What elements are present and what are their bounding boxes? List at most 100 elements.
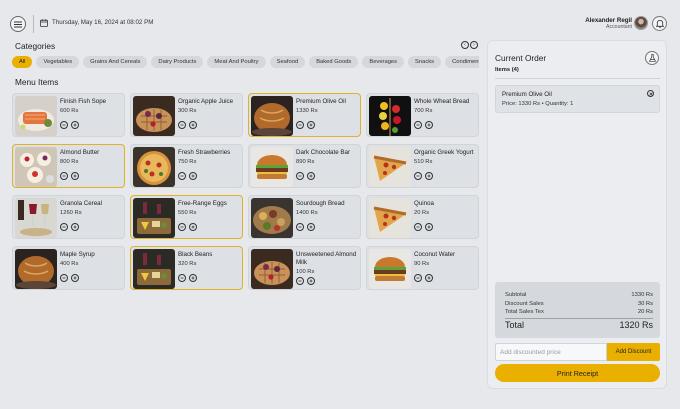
total-value: 1320 Rs [619, 320, 653, 330]
menu-item-card[interactable]: Fresh Strawberries 750 Rs [130, 144, 243, 188]
print-receipt-button[interactable]: Print Receipt [495, 364, 660, 382]
plus-icon [427, 225, 431, 229]
menu-toggle-button[interactable] [10, 16, 26, 32]
menu-item-name: Whole Wheat Bread [414, 98, 470, 105]
menu-item-price: 800 Rs [60, 159, 79, 165]
decrease-quantity-button[interactable] [178, 121, 186, 129]
increase-quantity-button[interactable] [425, 274, 433, 282]
remove-item-button[interactable] [647, 90, 654, 97]
total-label: Total [505, 320, 525, 330]
menu-item-price: 320 Rs [178, 261, 197, 267]
minus-icon [180, 226, 184, 228]
top-bar: Thursday, May 16, 2024 at 08:02 PM Alexa… [0, 0, 680, 38]
minus-icon [416, 277, 420, 279]
menu-item-price: 750 Rs [178, 159, 197, 165]
increase-quantity-button[interactable] [189, 223, 197, 231]
menu-item-card[interactable]: Premium Olive Oil 1330 Rs [248, 93, 361, 137]
increase-quantity-button[interactable] [425, 121, 433, 129]
avatar[interactable] [634, 16, 648, 30]
menu-item-card[interactable]: Organic Greek Yogurt 510 Rs [366, 144, 479, 188]
category-chip[interactable]: Seafood [269, 56, 306, 68]
notifications-button[interactable] [652, 16, 667, 31]
category-chip[interactable]: Meat And Poultry [207, 56, 266, 68]
menu-item-card[interactable]: Organic Apple Juice 300 Rs [130, 93, 243, 137]
menu-item-card[interactable]: Whole Wheat Bread 700 Rs [366, 93, 479, 137]
menu-item-price: 20 Rs [414, 210, 430, 216]
menu-item-card[interactable]: Quinoa 20 Rs [366, 195, 479, 239]
menu-item-card[interactable]: Finish Fish Sope 600 Rs [12, 93, 125, 137]
menu-item-card[interactable]: Granola Cereal 1260 Rs [12, 195, 125, 239]
add-discount-button[interactable]: Add Discount [607, 343, 660, 361]
plus-icon [309, 279, 313, 283]
menu-item-name: Unsweetened Almond Milk [296, 251, 357, 266]
menu-item-card[interactable]: Unsweetened Almond Milk 100 Rs [248, 246, 361, 290]
increase-quantity-button[interactable] [307, 172, 315, 180]
menu-item-card[interactable]: Almond Butter 800 Rs [12, 144, 125, 188]
increase-quantity-button[interactable] [189, 274, 197, 282]
minus-icon [62, 124, 66, 126]
menu-item-price: 890 Rs [296, 159, 315, 165]
plus-icon [309, 123, 313, 127]
menu-item-image [15, 147, 57, 187]
menu-item-name: Coconut Water [414, 251, 456, 258]
decrease-quantity-button[interactable] [296, 172, 304, 180]
decrease-quantity-button[interactable] [60, 121, 68, 129]
increase-quantity-button[interactable] [71, 223, 79, 231]
decrease-quantity-button[interactable] [296, 121, 304, 129]
decrease-quantity-button[interactable] [178, 172, 186, 180]
menu-item-card[interactable]: Maple Syrup 400 Rs [12, 246, 125, 290]
categories-next-button[interactable]: › [470, 41, 478, 49]
menu-item-card[interactable]: Black Beans 320 Rs [130, 246, 243, 290]
decrease-quantity-button[interactable] [178, 223, 186, 231]
menu-item-card[interactable]: Free-Range Eggs 550 Rs [130, 195, 243, 239]
category-chip[interactable]: Baked Goods [309, 56, 359, 68]
decrease-quantity-button[interactable] [414, 172, 422, 180]
decrease-quantity-button[interactable] [414, 121, 422, 129]
menu-item-price: 300 Rs [178, 108, 197, 114]
decrease-quantity-button[interactable] [60, 172, 68, 180]
discount-price-input[interactable] [495, 343, 607, 361]
menu-item-name: Free-Range Eggs [178, 200, 227, 207]
increase-quantity-button[interactable] [307, 223, 315, 231]
category-chip[interactable]: Vegetables [36, 56, 80, 68]
increase-quantity-button[interactable] [71, 172, 79, 180]
plus-icon [191, 276, 195, 280]
category-chip[interactable]: Beverages [362, 56, 405, 68]
increase-quantity-button[interactable] [425, 172, 433, 180]
minus-icon [180, 124, 184, 126]
minus-icon [180, 277, 184, 279]
decrease-quantity-button[interactable] [178, 274, 186, 282]
decrease-quantity-button[interactable] [414, 223, 422, 231]
clear-order-button[interactable] [645, 51, 659, 65]
menu-item-name: Finish Fish Sope [60, 98, 107, 105]
increase-quantity-button[interactable] [71, 121, 79, 129]
menu-item-card[interactable]: Coconut Water 90 Rs [366, 246, 479, 290]
increase-quantity-button[interactable] [425, 223, 433, 231]
category-chip[interactable]: Condiments [445, 56, 479, 68]
menu-item-card[interactable]: Dark Chocolate Bar 890 Rs [248, 144, 361, 188]
increase-quantity-button[interactable] [189, 172, 197, 180]
menu-item-image [15, 249, 57, 289]
category-chip[interactable]: Dairy Products [151, 56, 204, 68]
category-chip[interactable]: All [12, 56, 33, 68]
menu-item-card[interactable]: Sourdough Bread 1400 Rs [248, 195, 361, 239]
calendar-icon [40, 19, 48, 27]
decrease-quantity-button[interactable] [60, 274, 68, 282]
increase-quantity-button[interactable] [307, 277, 315, 285]
categories-prev-button[interactable]: ‹ [461, 41, 469, 49]
increase-quantity-button[interactable] [307, 121, 315, 129]
increase-quantity-button[interactable] [189, 121, 197, 129]
decrease-quantity-button[interactable] [414, 274, 422, 282]
category-chip[interactable]: Snacks [408, 56, 442, 68]
menu-item-name: Organic Apple Juice [178, 98, 234, 105]
increase-quantity-button[interactable] [71, 274, 79, 282]
order-item[interactable]: Premium Olive Oil Price: 1330 Rs • Quant… [495, 85, 660, 113]
category-chip[interactable]: Grains And Cereals [83, 56, 148, 68]
decrease-quantity-button[interactable] [60, 223, 68, 231]
plus-icon [191, 174, 195, 178]
decrease-quantity-button[interactable] [296, 277, 304, 285]
menu-item-name: Sourdough Bread [296, 200, 345, 207]
plus-icon [191, 225, 195, 229]
decrease-quantity-button[interactable] [296, 223, 304, 231]
menu-item-price: 1400 Rs [296, 210, 318, 216]
